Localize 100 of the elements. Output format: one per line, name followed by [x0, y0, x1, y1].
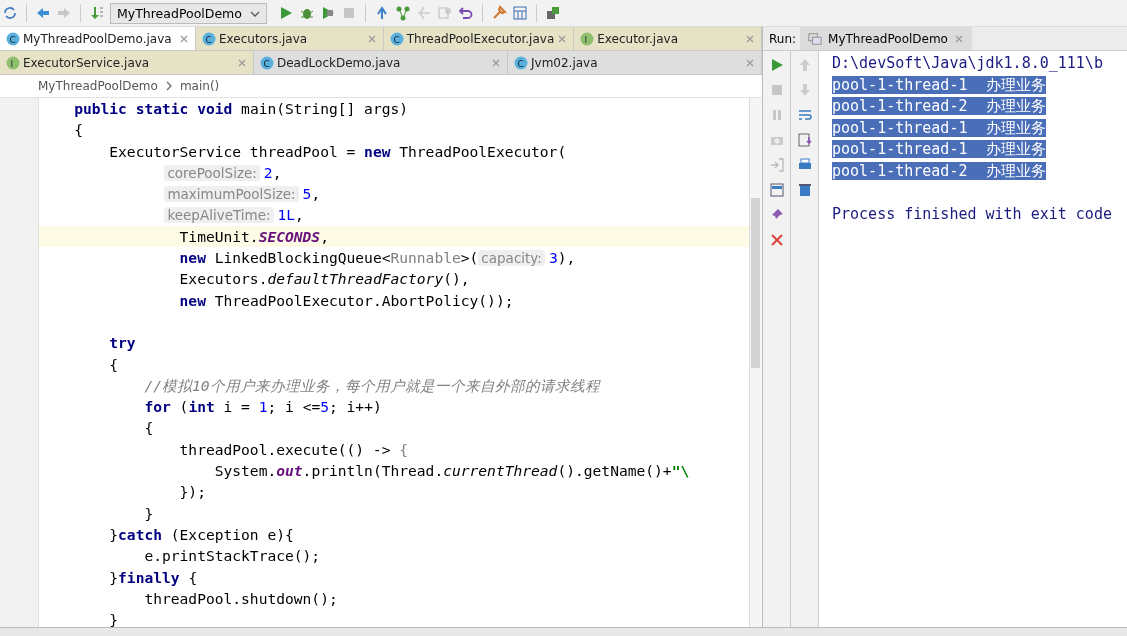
code-text: >(: [460, 249, 479, 267]
code-text: .println(Thread.: [302, 462, 444, 480]
code-text: threadPool.shutdown();: [143, 589, 338, 607]
code-text: {: [73, 121, 83, 139]
caret-icon: [249, 11, 260, 17]
method-name: defaultThreadFactory: [267, 270, 444, 288]
code-text: ),: [557, 249, 576, 267]
console-line: Process finished with exit code: [832, 204, 1112, 223]
editor-tab[interactable]: C Jvm02.java: [508, 51, 762, 74]
code-text: ExecutorService threadPool =: [108, 142, 357, 160]
breadcrumb-item[interactable]: main(): [179, 79, 220, 93]
type-argument: Runnable: [390, 249, 461, 267]
code-text: {: [143, 419, 154, 437]
number-literal: 5: [302, 185, 312, 203]
code-text: i =: [223, 398, 251, 416]
console-line: D:\devSoft\Java\jdk1.8.0_111\b: [832, 54, 1103, 72]
code-comment: //模拟10个用户来办理业务，每个用户就是一个来自外部的请求线程: [143, 376, 600, 394]
run-panel-label: Run:: [769, 31, 797, 46]
close-icon[interactable]: [953, 33, 964, 44]
code-text: ; i <=: [267, 398, 321, 416]
close-icon[interactable]: [237, 57, 247, 68]
keyword: public static void: [73, 100, 234, 117]
code-text: System.: [213, 462, 277, 480]
close-icon[interactable]: [366, 33, 377, 44]
close-icon[interactable]: [491, 57, 501, 68]
class-file-icon: C: [389, 31, 404, 46]
branch-icon[interactable]: [394, 5, 411, 21]
code-text: LinkedBlockingQueue<: [214, 249, 391, 267]
code-text: threadPool.execute(() ->: [178, 440, 392, 458]
number-literal: 2: [263, 163, 273, 181]
code-text: }: [108, 568, 119, 586]
class-file-icon: C: [202, 31, 216, 46]
back-arrow-icon[interactable]: [35, 5, 51, 21]
code-text: }: [108, 611, 119, 627]
parameter-hint: corePoolSize:: [164, 164, 260, 181]
code-text: ,: [320, 227, 329, 245]
code-text: {: [108, 355, 119, 373]
scroll-to-end-icon[interactable]: [796, 132, 813, 148]
class-file-icon: C: [260, 55, 274, 70]
class-file-icon: C: [514, 55, 528, 70]
parameter-hint: keepAliveTime:: [164, 207, 274, 224]
close-icon[interactable]: [179, 33, 189, 44]
keyword: new: [178, 249, 207, 267]
parameter-hint: maximumPoolSize:: [164, 186, 299, 203]
download-arrow-icon[interactable]: [89, 5, 105, 21]
project-structure-icon[interactable]: [511, 5, 528, 21]
close-icon[interactable]: [768, 232, 785, 248]
code-text: ,: [295, 206, 304, 224]
number-literal: 3: [548, 249, 558, 267]
breadcrumb-item[interactable]: MyThreadPoolDemo: [38, 79, 158, 93]
keyword: new: [178, 291, 207, 309]
type-argument: {: [399, 440, 409, 458]
code-text: ; i++): [329, 398, 382, 416]
keyword: new: [364, 142, 392, 160]
code-text: (: [179, 398, 189, 416]
interface-file-icon: I: [6, 55, 20, 70]
code-text: });: [178, 483, 206, 501]
scrollbar-thumb[interactable]: [751, 198, 760, 368]
forward-arrow-icon[interactable]: [56, 5, 72, 21]
run-tab[interactable]: MyThreadPoolDemo: [800, 27, 972, 50]
trash-icon[interactable]: [796, 182, 813, 198]
number-literal: 1L: [277, 206, 296, 224]
keyword: finally: [118, 568, 181, 586]
code-text: (Exception e){: [170, 525, 294, 543]
editor-tab[interactable]: C ThreadPoolExecutor.java: [383, 27, 575, 50]
static-field: out: [276, 462, 303, 480]
code-text: }: [108, 525, 119, 543]
code-text: ,: [272, 163, 282, 181]
run-configuration-dropdown[interactable]: MyThreadPoolDemo: [110, 2, 267, 24]
console-window-icon: [808, 31, 823, 46]
layout-icon[interactable]: [768, 182, 785, 198]
editor-tab[interactable]: C MyThreadPoolDemo.java: [0, 27, 196, 50]
keyword: for: [143, 398, 172, 416]
close-icon[interactable]: [745, 33, 755, 44]
code-text: Executors.: [178, 270, 268, 288]
code-text: ().getName()+: [557, 462, 672, 480]
save-database-icon[interactable]: [544, 5, 561, 21]
interface-file-icon: I: [580, 31, 595, 46]
exit-icon[interactable]: [768, 157, 785, 173]
code-text: main(String[] args): [241, 100, 409, 117]
close-icon[interactable]: [557, 33, 568, 44]
editor-tab[interactable]: C DeadLockDemo.java: [254, 51, 508, 74]
revert-icon[interactable]: [457, 5, 474, 21]
code-text: TimeUnit.: [178, 227, 259, 245]
chevron-right-icon: [165, 81, 172, 91]
number-literal: 1: [258, 398, 268, 416]
soft-wrap-icon[interactable]: [796, 107, 813, 123]
close-icon[interactable]: [745, 57, 755, 68]
keyword: try: [108, 334, 136, 352]
code-text: }: [143, 504, 154, 522]
editor-tab[interactable]: C Executors.java: [196, 27, 384, 50]
keyword: int: [188, 398, 216, 416]
sync-icon[interactable]: [2, 5, 18, 21]
code-text: ThreadPoolExecutor(: [399, 142, 567, 160]
static-field: SECONDS: [258, 227, 321, 245]
editor-tab[interactable]: I Executor.java: [574, 27, 762, 50]
code-text: ,: [311, 185, 321, 203]
editor-tab[interactable]: I ExecutorService.java: [0, 51, 254, 74]
number-literal: 5: [320, 398, 329, 416]
method-name: currentThread: [443, 462, 558, 480]
